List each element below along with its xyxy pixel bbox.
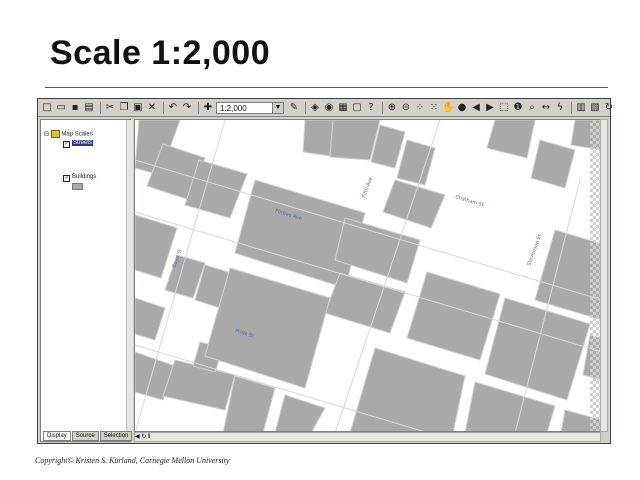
cut-icon[interactable]: ✂ <box>104 102 116 114</box>
toc-root-label: Map Scales <box>61 131 93 138</box>
map-display[interactable]: Forbes Ave Fifth Ave Stevenson St Boyd S… <box>134 119 601 432</box>
toolbox-icon[interactable]: ▦ <box>337 102 349 114</box>
title-divider <box>45 87 608 88</box>
fixed-zoom-in-icon[interactable]: ⁘ <box>414 102 426 114</box>
data-icon[interactable]: ▧ <box>589 102 601 114</box>
slide-title: Scale 1:2,000 <box>50 34 271 72</box>
page-refresh-icon[interactable]: ↻ <box>141 434 146 440</box>
redo-icon[interactable]: ↷ <box>181 102 193 114</box>
tab-selection[interactable]: Selection <box>99 431 133 441</box>
refresh-icon[interactable]: ↻ <box>603 102 615 114</box>
arccatalog-icon[interactable]: ◉ <box>323 102 335 114</box>
fixed-zoom-out-icon[interactable]: ⁙ <box>428 102 440 114</box>
toc-tabs: Display Source Selection <box>43 431 133 441</box>
map-scale-value: 1:2,000 <box>220 103 247 113</box>
copy-icon[interactable]: ❐ <box>118 102 130 114</box>
copyright-footer: Copyright© Kristen S. Kurland, Carnegie … <box>35 456 230 465</box>
arcmap-window: □ ▭ ▪ ▤ ✂ ❐ ▣ ✕ ↶ ↷ ✚ 1:2,000 ▼ ✎ ◈ ◉ ▦ … <box>37 98 613 444</box>
tab-source[interactable]: Source <box>71 431 99 441</box>
back-icon[interactable]: ◀ <box>470 102 482 114</box>
page-pause-icon[interactable]: ‖ <box>148 434 150 440</box>
chevron-down-icon[interactable]: ▼ <box>272 102 283 113</box>
layout-icon[interactable]: ▥ <box>575 102 587 114</box>
toolbar-separator <box>382 101 383 114</box>
layer-visibility-checkbox[interactable]: ✓ <box>63 141 70 148</box>
tab-display[interactable]: Display <box>43 431 71 441</box>
measure-icon[interactable]: ↔ <box>540 102 552 114</box>
zoom-in-icon[interactable]: ⊕ <box>386 102 398 114</box>
select-icon[interactable]: ⬚ <box>498 102 510 114</box>
find-icon[interactable]: ⌕ <box>526 102 538 114</box>
map-vertical-scrollbar[interactable] <box>600 119 608 432</box>
layers-icon <box>50 130 60 138</box>
new-icon[interactable]: □ <box>41 102 53 114</box>
buildings-symbol-swatch <box>72 183 83 190</box>
undo-icon[interactable]: ↶ <box>167 102 179 114</box>
toolbar-separator <box>163 101 164 114</box>
toolbar-separator <box>198 101 199 114</box>
editor-icon[interactable]: ✎ <box>288 102 300 114</box>
zoom-out-icon[interactable]: ⊖ <box>400 102 412 114</box>
delete-icon[interactable]: ✕ <box>146 102 158 114</box>
layer-visibility-checkbox[interactable]: ✓ <box>63 175 70 182</box>
toolbar-separator <box>100 101 101 114</box>
standard-toolbar: □ ▭ ▪ ▤ ✂ ❐ ▣ ✕ ↶ ↷ ✚ 1:2,000 ▼ ✎ ◈ ◉ ▦ … <box>38 99 613 117</box>
hyperlink-icon[interactable]: ϟ <box>554 102 566 114</box>
full-extent-icon[interactable]: ● <box>456 102 468 114</box>
page-first-icon[interactable]: ◀ <box>135 434 140 440</box>
map-canvas: Forbes Ave Fifth Ave Stevenson St Boyd S… <box>135 120 600 431</box>
save-icon[interactable]: ▪ <box>69 102 81 114</box>
collapse-icon[interactable]: ⊟ <box>44 132 49 138</box>
forward-icon[interactable]: ▶ <box>484 102 496 114</box>
table-of-contents: ⊟ Map Scales ✓ Streets ✓ Buildings Displ… <box>40 119 133 442</box>
map-horizontal-scrollbar[interactable]: ◀ ↻ ‖ <box>134 432 601 442</box>
print-icon[interactable]: ▤ <box>83 102 95 114</box>
toolbar-separator <box>571 101 572 114</box>
toolbar-separator <box>305 101 306 114</box>
toc-layer-streets[interactable]: Streets <box>72 140 94 146</box>
identify-icon[interactable]: ❶ <box>512 102 524 114</box>
toc-layer-buildings[interactable]: Buildings <box>72 174 96 180</box>
open-icon[interactable]: ▭ <box>55 102 67 114</box>
toc-scrollbar[interactable] <box>126 120 133 433</box>
map-edge-pattern <box>590 120 600 431</box>
help-icon[interactable]: ? <box>365 102 377 114</box>
paste-icon[interactable]: ▣ <box>132 102 144 114</box>
command-icon[interactable]: ▢ <box>351 102 363 114</box>
arcmap-icon[interactable]: ◈ <box>309 102 321 114</box>
building <box>302 120 334 157</box>
toc-root[interactable]: ⊟ Map Scales <box>44 130 93 138</box>
pan-icon[interactable]: ✋ <box>442 102 454 114</box>
map-scale-dropdown[interactable]: 1:2,000 ▼ <box>216 101 284 114</box>
add-data-icon[interactable]: ✚ <box>202 102 214 114</box>
